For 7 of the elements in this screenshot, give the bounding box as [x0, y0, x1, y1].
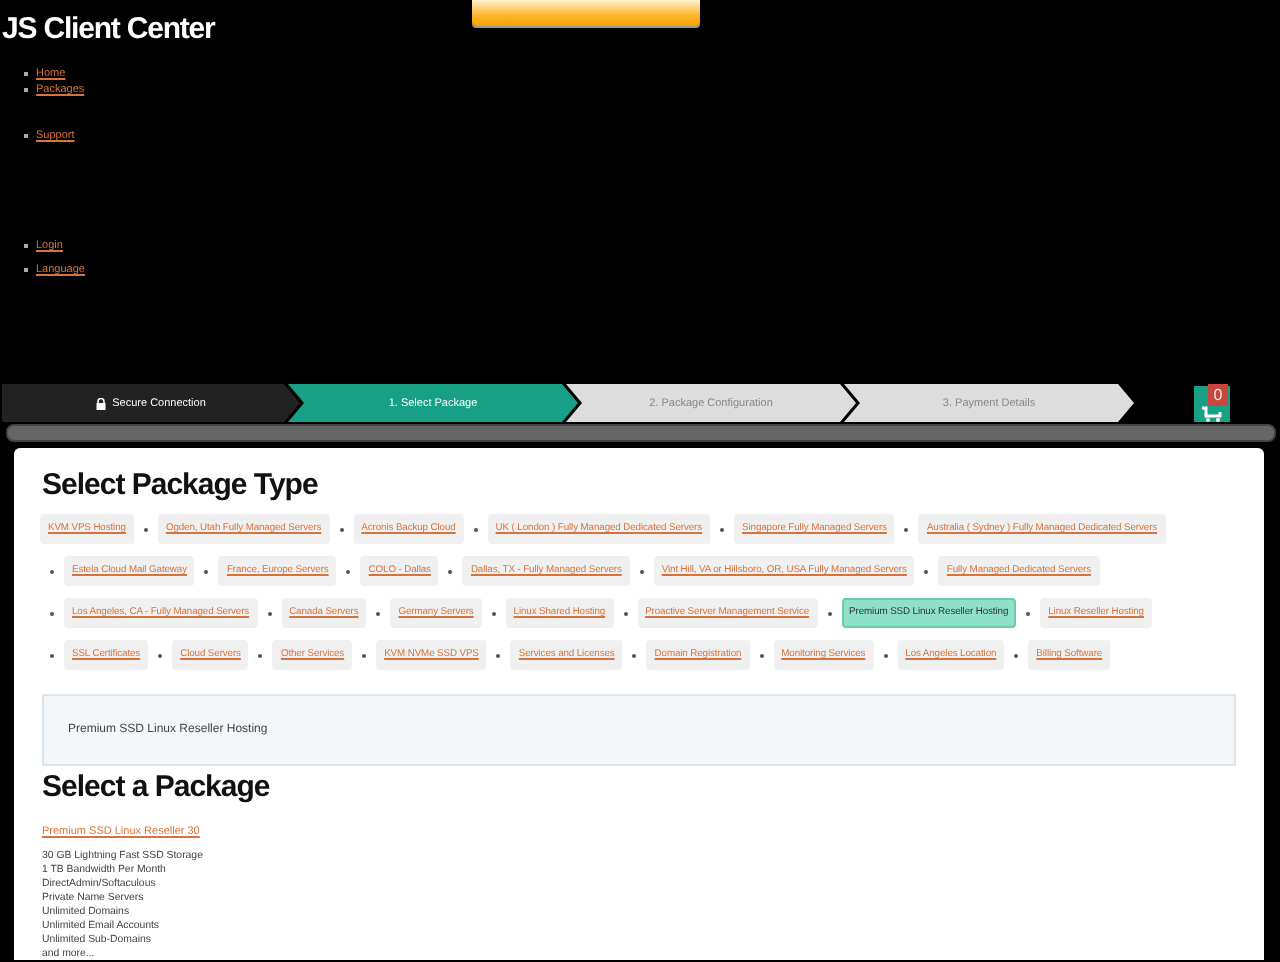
- cart-count-badge: 0: [1208, 383, 1228, 405]
- cart-icon: [1202, 405, 1222, 421]
- lock-icon: [96, 397, 107, 409]
- section-heading: Select Package Type: [42, 466, 318, 506]
- site-title[interactable]: JS Client Center: [0, 0, 215, 50]
- section-heading: Select a Package: [42, 768, 270, 808]
- cart-button[interactable]: 0: [1194, 385, 1230, 421]
